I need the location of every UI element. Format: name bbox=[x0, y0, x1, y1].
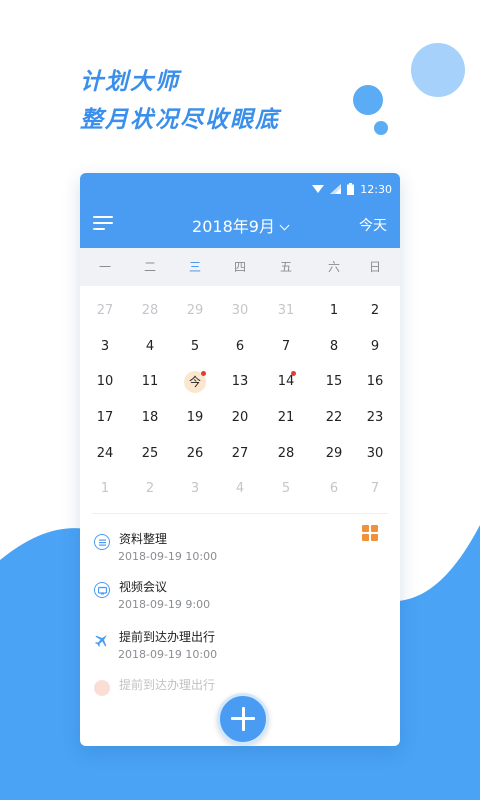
event-title: 视频会议 bbox=[119, 580, 168, 594]
weekday-label: 日 bbox=[368, 260, 381, 274]
headline-subtitle: 整月状况尽收眼底 bbox=[80, 107, 280, 133]
day-cell[interactable]: 1 bbox=[317, 299, 351, 323]
day-cell[interactable]: 11 bbox=[133, 370, 167, 394]
day-cell[interactable]: 29 bbox=[178, 299, 212, 323]
event-time: 2018-09-19 10:00 bbox=[118, 550, 218, 563]
day-cell[interactable]: 20 bbox=[223, 406, 257, 430]
day-cell[interactable]: 28 bbox=[269, 442, 303, 466]
event-marker-dot bbox=[291, 371, 296, 376]
month-selector[interactable]: 2018年9月 bbox=[80, 213, 400, 237]
weekday-label: 二 bbox=[143, 260, 156, 274]
signal-icon bbox=[330, 184, 342, 194]
weekday-label: 一 bbox=[98, 260, 111, 274]
event-icon bbox=[94, 680, 110, 696]
weekday-label: 三 bbox=[188, 260, 201, 274]
day-cell[interactable]: 5 bbox=[269, 477, 303, 501]
day-cell[interactable]: 29 bbox=[317, 442, 351, 466]
day-cell[interactable]: 4 bbox=[133, 335, 167, 359]
day-cell[interactable]: 28 bbox=[133, 299, 167, 323]
event-item[interactable]: 视频会议 2018-09-19 9:00 bbox=[92, 578, 382, 620]
day-cell[interactable]: 17 bbox=[88, 406, 122, 430]
day-cell[interactable]: 2 bbox=[133, 477, 167, 501]
weekday-header: 一二三四五六日 bbox=[80, 248, 400, 286]
app-bar: 12:30 2018年9月 今天 bbox=[80, 173, 400, 248]
phone-screen: 12:30 2018年9月 今天 一二三四五六日 27 28 29 30 31 1 2 3 4 5… bbox=[80, 173, 400, 746]
event-title: 资料整理 bbox=[119, 532, 168, 546]
day-cell[interactable]: 6 bbox=[223, 335, 257, 359]
document-icon bbox=[94, 534, 110, 550]
day-cell[interactable]: 24 bbox=[88, 442, 122, 466]
event-marker-dot bbox=[201, 371, 206, 376]
status-time: 12:30 bbox=[360, 182, 392, 196]
day-cell[interactable]: 15 bbox=[317, 370, 351, 394]
day-cell[interactable]: 14 bbox=[269, 370, 303, 394]
day-cell[interactable]: 21 bbox=[269, 406, 303, 430]
day-cell[interactable]: 1 bbox=[88, 477, 122, 501]
day-cell[interactable]: 2 bbox=[358, 299, 392, 323]
video-icon bbox=[94, 582, 110, 598]
chevron-down-icon bbox=[279, 220, 290, 231]
day-cell[interactable]: 23 bbox=[358, 406, 392, 430]
day-cell[interactable]: 3 bbox=[178, 477, 212, 501]
day-cell[interactable]: 3 bbox=[88, 335, 122, 359]
day-cell[interactable]: 18 bbox=[133, 406, 167, 430]
status-bar: 12:30 bbox=[312, 181, 392, 197]
weekday-label: 五 bbox=[279, 260, 292, 274]
calendar-grid: 27 28 29 30 31 1 2 3 4 5 6 7 8 9 10 11 今 13 14 15 16 17 18 19 20… bbox=[80, 286, 400, 513]
day-cell[interactable]: 26 bbox=[178, 442, 212, 466]
event-time: 2018-09-19 10:00 bbox=[118, 648, 218, 661]
day-cell[interactable]: 7 bbox=[269, 335, 303, 359]
day-cell[interactable]: 19 bbox=[178, 406, 212, 430]
today-button[interactable]: 今天 bbox=[359, 215, 387, 235]
day-cell[interactable]: 30 bbox=[223, 299, 257, 323]
decor-circle-small bbox=[374, 121, 388, 135]
event-item[interactable]: 资料整理 2018-09-19 10:00 bbox=[92, 530, 382, 572]
day-cell[interactable]: 5 bbox=[178, 335, 212, 359]
day-cell[interactable]: 7 bbox=[358, 477, 392, 501]
decor-circle-medium bbox=[353, 85, 383, 115]
wifi-icon bbox=[312, 185, 325, 193]
weekday-label: 四 bbox=[233, 260, 246, 274]
month-title: 2018年9月 bbox=[192, 217, 275, 236]
day-cell[interactable]: 9 bbox=[358, 335, 392, 359]
day-cell[interactable]: 8 bbox=[317, 335, 351, 359]
weekday-label: 六 bbox=[327, 260, 340, 274]
day-cell[interactable]: 30 bbox=[358, 442, 392, 466]
day-cell[interactable]: 25 bbox=[133, 442, 167, 466]
battery-icon bbox=[347, 183, 355, 195]
day-cell[interactable]: 27 bbox=[223, 442, 257, 466]
day-cell[interactable]: 6 bbox=[317, 477, 351, 501]
add-event-button[interactable] bbox=[217, 693, 269, 745]
day-cell[interactable]: 22 bbox=[317, 406, 351, 430]
day-cell[interactable]: 13 bbox=[223, 370, 257, 394]
day-cell[interactable]: 4 bbox=[223, 477, 257, 501]
headline-title: 计划大师 bbox=[80, 69, 180, 95]
day-cell[interactable]: 31 bbox=[269, 299, 303, 323]
airplane-icon bbox=[94, 632, 110, 648]
event-title: 提前到达办理出行 bbox=[119, 678, 216, 692]
day-cell[interactable]: 27 bbox=[88, 299, 122, 323]
day-cell[interactable]: 16 bbox=[358, 370, 392, 394]
event-title: 提前到达办理出行 bbox=[119, 630, 216, 644]
event-item[interactable]: 提前到达办理出行 2018-09-19 10:00 bbox=[92, 628, 382, 670]
day-cell[interactable]: 10 bbox=[88, 370, 122, 394]
decor-circle-large bbox=[411, 43, 465, 97]
event-time: 2018-09-19 9:00 bbox=[118, 598, 211, 611]
divider bbox=[92, 513, 388, 514]
